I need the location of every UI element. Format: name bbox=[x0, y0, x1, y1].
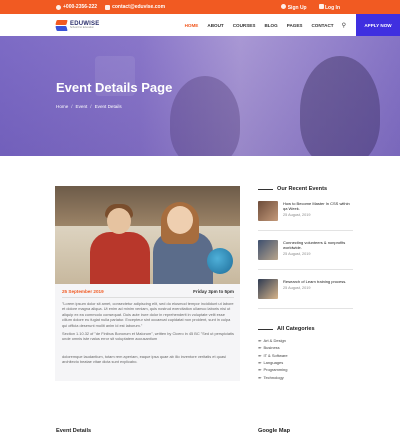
recent-event-title[interactable]: Research of Learn training process. bbox=[283, 279, 346, 284]
chevron-right-icon: »» bbox=[258, 374, 262, 380]
login-label: Log In bbox=[325, 4, 340, 11]
phone-number: +000-2356-222 bbox=[63, 4, 98, 10]
nav-menu: HOME ABOUT COURSES BLOG PAGES CONTACT bbox=[185, 23, 334, 28]
category-item[interactable]: »» Languages bbox=[258, 359, 353, 366]
event-details-heading: Event Details bbox=[56, 428, 92, 434]
recent-event-date: 25 August, 2019 bbox=[283, 213, 311, 218]
sidebar: Our Recent Events How to Become Master I… bbox=[258, 186, 353, 381]
google-map-heading: Google Map bbox=[258, 428, 291, 434]
event-image bbox=[55, 186, 240, 284]
chevron-right-icon: »» bbox=[258, 338, 262, 344]
event-card: 25 September 2019 Friday 3pm to 5pm "Lor… bbox=[55, 186, 240, 381]
nav-item-about[interactable]: ABOUT bbox=[207, 23, 223, 28]
breadcrumb-separator: / bbox=[71, 104, 73, 109]
lock-icon bbox=[318, 3, 324, 9]
apply-now-button[interactable]: APPLY NOW bbox=[356, 14, 400, 36]
recent-event-item[interactable]: How to Become Master In CSS within qa We… bbox=[258, 201, 353, 221]
breadcrumb-separator: / bbox=[90, 104, 92, 109]
category-item[interactable]: »» Technology bbox=[258, 373, 353, 380]
divider bbox=[258, 269, 353, 270]
event-thumbnail bbox=[258, 240, 278, 260]
event-thumbnail bbox=[258, 201, 278, 221]
category-label: Art & Design bbox=[263, 338, 286, 344]
heading-bar bbox=[258, 328, 273, 330]
nav-item-blog[interactable]: BLOG bbox=[264, 23, 277, 28]
category-label: IT & Software bbox=[263, 352, 288, 358]
signup-label: Sign Up bbox=[287, 4, 307, 11]
divider bbox=[258, 230, 353, 231]
category-item[interactable]: »» Art & Design bbox=[258, 337, 353, 344]
login-link[interactable]: Log In bbox=[318, 3, 340, 11]
event-time: Friday 3pm to 5pm bbox=[193, 289, 234, 294]
signup-link[interactable]: Sign Up bbox=[281, 3, 307, 11]
divider bbox=[62, 297, 234, 298]
nav-item-courses[interactable]: COURSES bbox=[233, 23, 256, 28]
category-label: Technology bbox=[263, 374, 284, 380]
recent-events-title: Our Recent Events bbox=[277, 186, 328, 192]
event-description: "Lorem ipsum dolor sit amet, consectetur… bbox=[62, 301, 234, 328]
top-contact-bar: +000-2356-222 contact@eduvise.com Sign U… bbox=[0, 0, 400, 14]
chevron-right-icon: »» bbox=[258, 352, 262, 358]
category-list: »» Art & Design »» Business »» IT & Softwar… bbox=[258, 337, 353, 381]
phone-icon bbox=[56, 4, 61, 10]
main-navbar: EDUWISE School For Education HOME ABOUT … bbox=[0, 14, 400, 36]
recent-event-date: 25 August, 2019 bbox=[283, 286, 311, 291]
recent-events-heading: Our Recent Events bbox=[258, 186, 353, 192]
chevron-right-icon: »» bbox=[258, 367, 262, 373]
categories-title: All Categories bbox=[277, 326, 315, 332]
event-meta: 25 September 2019 Friday 3pm to 5pm bbox=[62, 289, 234, 294]
globe-icon bbox=[207, 248, 233, 274]
phone-contact[interactable]: +000-2356-222 bbox=[56, 4, 97, 10]
email-icon bbox=[105, 4, 111, 10]
page-hero: Event Details Page Home / Event / Event … bbox=[0, 36, 400, 156]
nav-item-pages[interactable]: PAGES bbox=[287, 23, 303, 28]
heading-bar bbox=[258, 188, 273, 190]
search-icon[interactable]: ⚲ bbox=[342, 22, 346, 29]
brand-tagline: School For Education bbox=[70, 25, 94, 29]
category-label: Programming bbox=[263, 367, 288, 373]
breadcrumb-event[interactable]: Event bbox=[76, 104, 88, 109]
breadcrumb-home[interactable]: Home bbox=[56, 104, 68, 109]
divider bbox=[258, 308, 353, 309]
recent-event-item[interactable]: Research of Learn training process. 25 A… bbox=[258, 279, 353, 299]
breadcrumb: Home / Event / Event Details bbox=[56, 104, 122, 109]
brand-logo[interactable]: EDUWISE School For Education bbox=[55, 19, 99, 31]
categories-heading: All Categories bbox=[258, 326, 353, 332]
email-contact[interactable]: contact@eduvise.com bbox=[105, 4, 165, 10]
nav-item-home[interactable]: HOME bbox=[185, 23, 199, 28]
breadcrumb-current: Event Details bbox=[94, 104, 122, 109]
event-description: doloremque laudantium, totam rem aperiam… bbox=[62, 354, 226, 365]
recent-event-title[interactable]: How to Become Master In CSS within qa We… bbox=[283, 201, 353, 211]
hero-overlay bbox=[0, 36, 400, 156]
recent-event-title[interactable]: Connecting volunteers & nonprofits world… bbox=[283, 240, 353, 250]
event-date: 25 September 2019 bbox=[62, 289, 104, 294]
chevron-right-icon: »» bbox=[258, 360, 262, 366]
category-item[interactable]: »» IT & Software bbox=[258, 352, 353, 359]
logo-mark-icon bbox=[55, 19, 68, 31]
category-label: Languages bbox=[263, 360, 284, 366]
recent-event-date: 25 August, 2019 bbox=[283, 252, 311, 257]
chevron-right-icon: »» bbox=[258, 345, 262, 351]
category-item[interactable]: »» Business bbox=[258, 344, 353, 351]
event-thumbnail bbox=[258, 279, 278, 299]
page-title: Event Details Page bbox=[56, 80, 173, 95]
recent-event-item[interactable]: Connecting volunteers & nonprofits world… bbox=[258, 240, 353, 260]
event-description: Section 1.10.32 of "de Finibus Bonorum e… bbox=[62, 331, 234, 342]
category-item[interactable]: »» Programming bbox=[258, 366, 353, 373]
nav-item-contact[interactable]: CONTACT bbox=[311, 23, 333, 28]
category-label: Business bbox=[263, 345, 280, 351]
user-icon bbox=[281, 3, 287, 9]
email-address: contact@eduvise.com bbox=[112, 4, 166, 10]
